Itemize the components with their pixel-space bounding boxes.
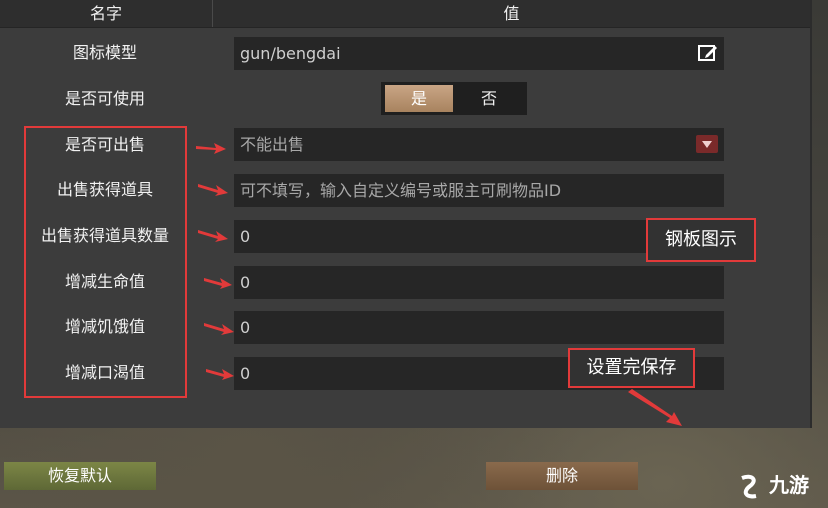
health-value: 0 [240,273,251,292]
arrow-icon [206,369,234,380]
watermark-text: 九游 [768,473,809,497]
sell-quantity-value: 0 [240,227,251,246]
arrow-icon [198,230,228,242]
header-name: 名字 [0,0,213,27]
header-value: 值 [503,4,520,23]
sellable-dropdown[interactable]: 不能出售 [234,128,724,161]
label-highlight-box [24,126,187,398]
arrow-icon [198,184,228,196]
label-icon-model: 图标模型 [72,43,137,62]
sellable-value: 不能出售 [240,135,305,154]
toggle-no-button[interactable]: 否 [454,85,524,112]
edit-icon[interactable] [698,44,718,62]
table-header: 名字 值 [0,0,810,28]
sell-item-input[interactable]: 可不填写，输入自定义编号或服主可刷物品ID [234,174,724,207]
arrow-icon [204,323,234,335]
arrow-icon [628,389,682,426]
watermark-logo: 九游 [738,470,826,500]
sell-item-placeholder: 可不填写，输入自定义编号或服主可刷物品ID [240,181,562,200]
arrow-icon [196,143,226,154]
health-input[interactable]: 0 [234,266,724,299]
arrow-icon [204,278,232,289]
usable-toggle[interactable]: 是 否 [381,82,527,115]
thirst-value: 0 [240,364,251,383]
toggle-yes-button[interactable]: 是 [385,85,453,112]
label-usable: 是否可使用 [64,89,145,108]
icon-model-field[interactable]: gun/bengdai [234,37,724,70]
reset-default-button[interactable]: 恢复默认 [4,462,156,490]
chevron-down-icon[interactable] [696,135,718,153]
logo-icon [741,474,757,498]
hunger-input[interactable]: 0 [234,311,724,344]
icon-model-value: gun/bengdai [240,44,341,63]
save-hint-callout: 设置完保存 [568,348,695,388]
hunger-value: 0 [240,318,251,337]
steel-plate-callout: 钢板图示 [646,218,756,262]
delete-button[interactable]: 删除 [486,462,638,490]
